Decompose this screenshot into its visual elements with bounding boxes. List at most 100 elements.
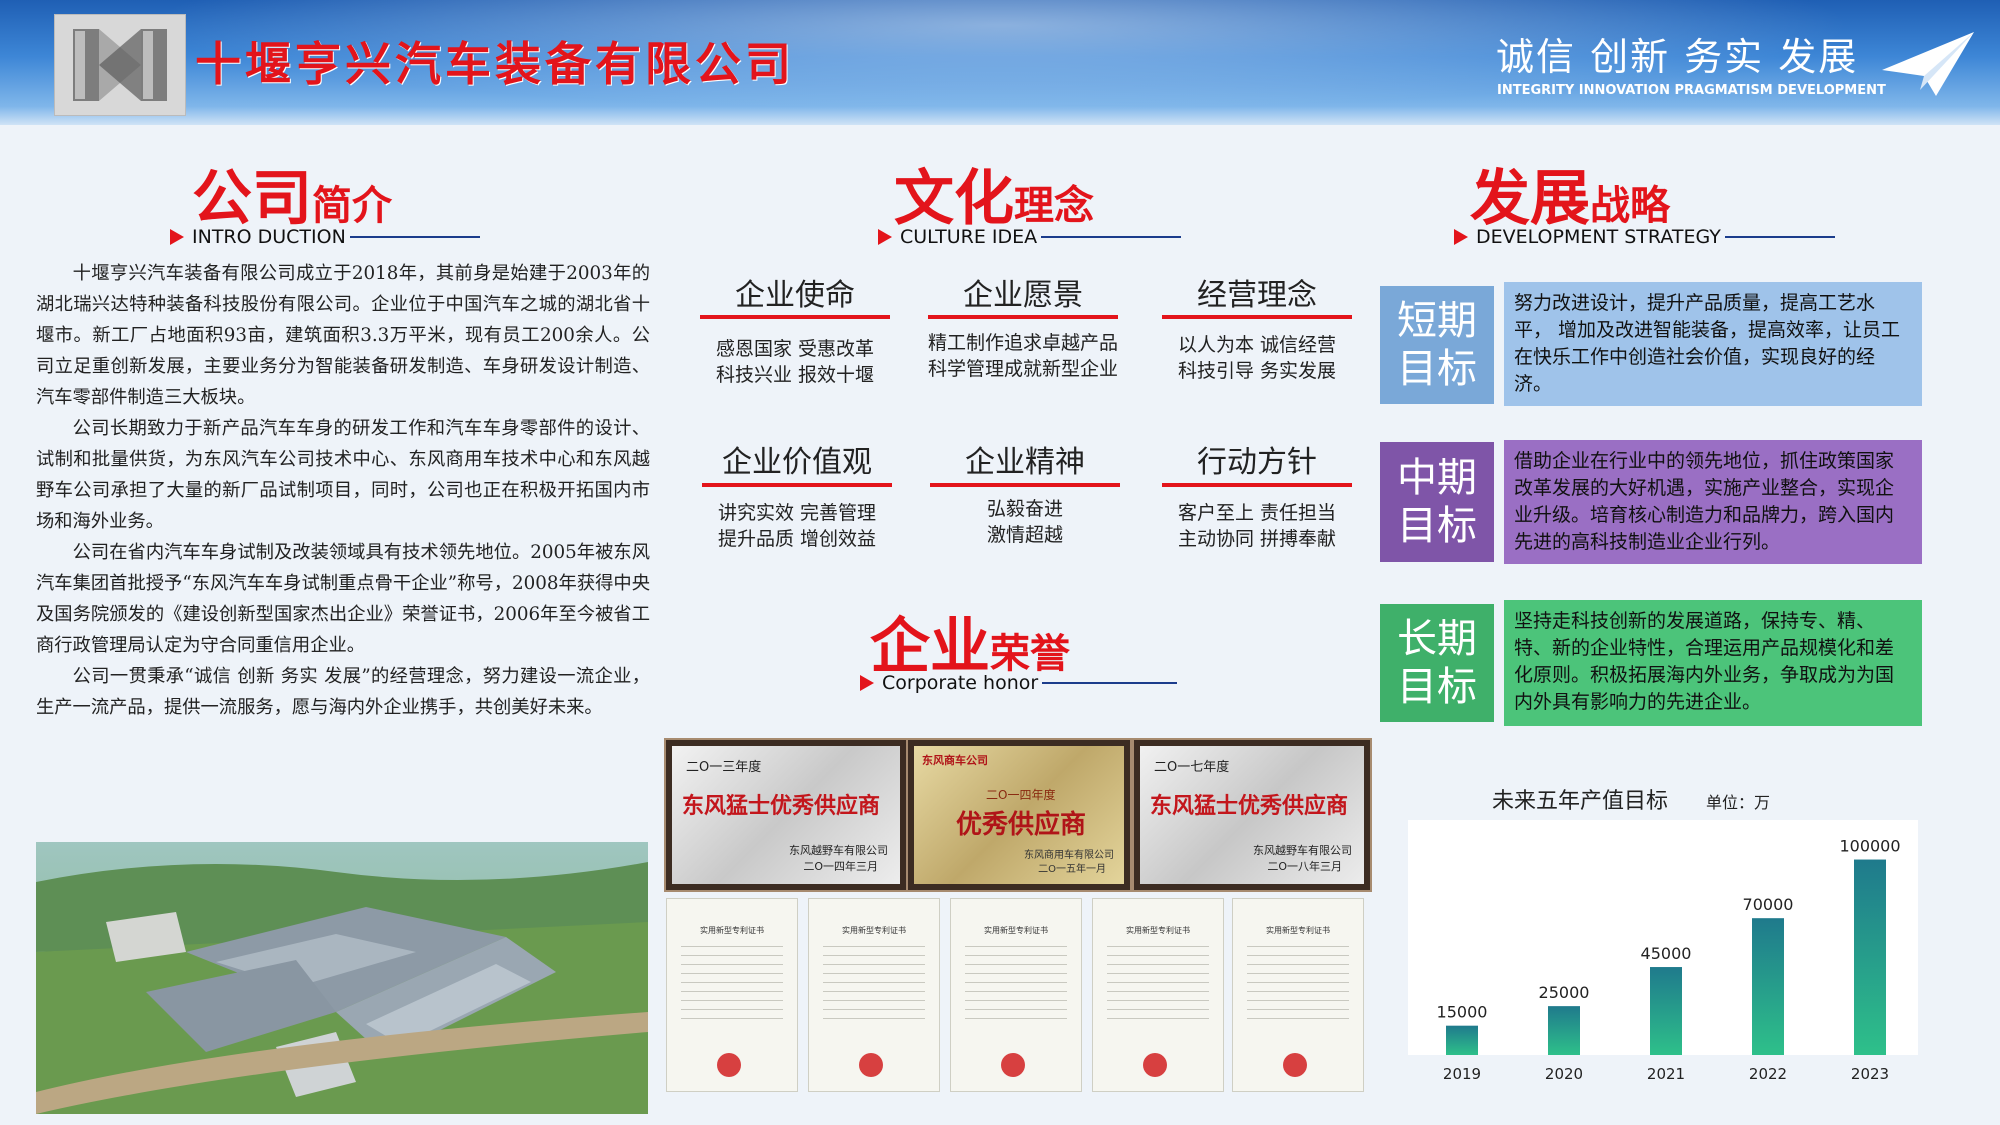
logo-mark [73,29,167,101]
seal-icon [1001,1053,1025,1077]
plaque-year: 二O一四年度 [986,788,1056,802]
intro-paragraph: 十堰亨兴汽车装备有限公司成立于2018年，其前身是始建于2003年的湖北瑞兴达特… [36,263,650,408]
culture-body: 弘毅奋进 激情超越 [910,496,1140,548]
goal-text-mid-term: 借助企业在行业中的领先地位，抓住政策国家改革发展的大好机遇，实施产业整合，实现企… [1504,440,1922,564]
culture-line: 感恩国家 受惠改革 [715,338,875,360]
culture-heading: 企业愿景 [963,278,1083,313]
chart-x-tick-label: 2021 [1647,1065,1685,1083]
culture-underline [1162,315,1352,319]
divider [1042,682,1178,684]
culture-title: 文化理念 [894,150,1094,237]
culture-body: 以人为本 诚信经营 科技引导 务实发展 [1142,332,1372,384]
chart-x-tick-label: 2022 [1749,1065,1787,1083]
strategy-title: 发展战略 [1470,150,1670,237]
honor-subtitle-text: Corporate honor [882,672,1039,694]
triangle-icon [170,229,184,245]
culture-line: 以人为本 诚信经营 [1177,334,1337,356]
honor-plaque: 二O一三年度 东风猛士优秀供应商 东风越野车有限公司 二O一四年三月 [666,740,906,890]
chart-bar [1650,967,1682,1055]
culture-underline [1162,483,1352,487]
factory-aerial-image [36,842,648,1114]
culture-line: 讲究实效 完善管理 [717,502,877,524]
patent-certificate: 实用新型专利证书 [950,898,1082,1092]
culture-underline [702,483,892,487]
plaque-year: 二O一三年度 [686,760,762,775]
cert-lines [1107,946,1209,1026]
culture-line: 激情超越 [986,524,1063,546]
strategy-subtitle: DEVELOPMENT STRATEGY [1454,226,1835,248]
intro-text: 十堰亨兴汽车装备有限公司成立于2018年，其前身是始建于2003年的湖北瑞兴达特… [36,258,650,723]
intro-subtitle-text: INTRO DUCTION [192,226,346,248]
goal-text-short-term: 努力改进设计，提升产品质量，提高工艺水平， 增加及改进智能装备，提高效率，让员工… [1504,282,1922,406]
intro-paragraph: 公司一贯秉承“诚信 创新 务实 发展”的经营理念，努力建设一流企业，生产一流产品… [36,666,650,718]
goal-label-short-term: 短期 目标 [1380,286,1494,404]
intro-paragraph: 公司长期致力于新产品汽车车身的研发工作和汽车车身零部件的设计、试制和批量供货，为… [36,418,650,532]
goal-label-line: 短期 [1397,298,1477,344]
plaque-date: 二O一五年一月 [1038,864,1106,875]
honor-subtitle: Corporate honor [860,672,1178,694]
plaque-title: 东风猛士优秀供应商 [682,794,881,819]
chart-bar [1752,918,1784,1055]
cert-lines [681,946,783,1026]
triangle-icon [860,675,874,691]
goal-label-long-term: 长期 目标 [1380,604,1494,722]
honor-plaque: 二O一七年度 东风猛士优秀供应商 东风越野车有限公司 二O一八年三月 [1134,740,1370,890]
divider [349,236,480,238]
cert-title: 实用新型专利证书 [842,926,906,935]
chart-data-label: 15000 [1437,1003,1488,1022]
honor-plaque: 东风商车公司 二O一四年度 优秀供应商 东风商用车有限公司 二O一五年一月 [908,740,1130,890]
chart-data-label: 100000 [1839,837,1900,856]
culture-underline [700,315,890,319]
culture-line: 科技兴业 报效十堰 [715,364,875,386]
chart-unit: 单位：万 [1706,793,1771,812]
culture-body: 客户至上 责任担当 主动协同 拼搏奉献 [1142,500,1372,552]
honor-title-small: 荣誉 [990,631,1070,677]
culture-line: 精工制作追求卓越产品 [927,332,1118,354]
intro-paragraph: 公司在省内汽车车身试制及改装领域具有技术领先地位。2005年被东风汽车集团首批授… [36,542,650,656]
chart-x-tick-label: 2019 [1443,1065,1481,1083]
intro-title-small: 简介 [312,183,392,229]
strategy-title-small: 战略 [1590,183,1670,229]
goal-label-mid-term: 中期 目标 [1380,442,1494,562]
plaque-org: 东风商用车有限公司 [1024,850,1114,861]
plaque-date: 二O一八年三月 [1267,860,1342,873]
intro-subtitle: INTRO DUCTION [170,226,480,248]
culture-subtitle: CULTURE IDEA [878,226,1182,248]
cert-title: 实用新型专利证书 [984,926,1048,935]
culture-line: 主动协同 拼搏奉献 [1177,528,1337,550]
plaque-org: 东风越野车有限公司 [789,844,888,857]
culture-line: 提升品质 增创效益 [717,528,877,550]
culture-heading: 企业价值观 [722,445,872,480]
culture-body: 精工制作追求卓越产品 科学管理成就新型企业 [908,330,1138,382]
culture-heading: 企业精神 [965,445,1085,480]
culture-title-big: 文化 [894,164,1014,234]
intro-title-big: 公司 [192,164,312,234]
paper-plane-icon [1882,32,1974,96]
plaque-title: 优秀供应商 [956,810,1087,840]
culture-line: 弘毅奋进 [986,498,1063,520]
culture-underline [928,315,1118,319]
triangle-icon [878,229,892,245]
culture-line: 科技引导 务实发展 [1177,360,1337,382]
chart-data-label: 25000 [1539,983,1590,1002]
plaque-org: 东风越野车有限公司 [1253,844,1352,857]
strategy-subtitle-text: DEVELOPMENT STRATEGY [1476,226,1721,248]
goal-label-line: 中期 [1397,455,1477,501]
cert-title: 实用新型专利证书 [1126,926,1190,935]
culture-title-small: 理念 [1014,183,1094,229]
chart-bar [1446,1025,1478,1055]
strategy-title-big: 发展 [1470,164,1590,234]
patent-certificate: 实用新型专利证书 [808,898,940,1092]
motto: 诚信 创新 务实 发展 [1496,35,1859,79]
culture-line: 科学管理成就新型企业 [927,358,1118,380]
chart-bar [1548,1006,1580,1055]
company-logo [54,14,186,116]
culture-underline [930,483,1120,487]
chart-data-label: 45000 [1641,944,1692,963]
goal-label-line: 目标 [1397,346,1477,392]
culture-body: 讲究实效 完善管理 提升品质 增创效益 [682,500,912,552]
cert-title: 实用新型专利证书 [700,926,764,935]
chart-data-label: 70000 [1743,895,1794,914]
patent-certificate: 实用新型专利证书 [1092,898,1224,1092]
seal-icon [859,1053,883,1077]
